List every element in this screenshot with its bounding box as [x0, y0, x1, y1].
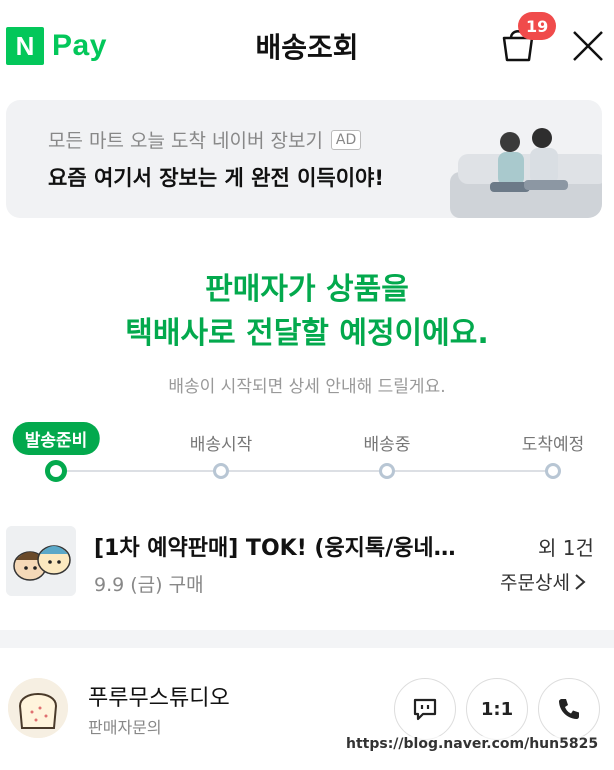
phone-icon	[559, 699, 579, 719]
product-thumbnail	[6, 526, 76, 596]
step-dot-preparing	[45, 460, 67, 482]
status-headline-line2: 택배사로 전달할 예정이에요.	[125, 316, 489, 351]
order-extra-count: 외 1건	[538, 536, 594, 560]
close-button[interactable]	[568, 26, 608, 66]
step-label-preparing: 발송준비	[12, 422, 100, 455]
chevron-right-icon	[575, 573, 586, 590]
seller-name[interactable]: 푸루무스튜디오	[88, 680, 230, 712]
ad-illustration-image	[450, 128, 602, 218]
cart-count-badge: 19	[518, 12, 557, 40]
chat-button[interactable]	[394, 678, 456, 740]
status-headline: 판매자가 상품을 택배사로 전달할 예정이에요.	[0, 268, 614, 356]
step-label-shipping-started: 배송시작	[189, 435, 253, 455]
section-divider	[0, 630, 614, 648]
ad-banner[interactable]: 모든 마트 오늘 도착 네이버 장보기 AD 요즘 여기서 장보는 게 완전 이…	[6, 100, 602, 218]
seller-avatar[interactable]	[8, 678, 68, 738]
one-to-one-inquiry-button[interactable]: 1:1	[466, 678, 528, 740]
chat-bubble-icon	[413, 698, 437, 721]
step-label-arrival-expected: 도착예정	[521, 435, 585, 455]
ad-line1: 모든 마트 오늘 도착 네이버 장보기 AD	[48, 126, 362, 153]
status-headline-line1: 판매자가 상품을	[205, 272, 409, 307]
call-button[interactable]	[538, 678, 600, 740]
status-subtext: 배송이 시작되면 상세 안내해 드릴게요.	[168, 377, 446, 397]
header: N Pay 배송조회 19	[0, 0, 614, 92]
step-dot-shipping-started	[213, 463, 229, 479]
blog-watermark: https://blog.naver.com/hun5825	[346, 736, 599, 752]
delivery-progress: 발송준비 배송시작 배송중 도착예정	[0, 418, 614, 498]
step-dot-arrival-expected	[545, 463, 561, 479]
order-detail-link[interactable]: 주문상세	[500, 568, 586, 595]
close-icon	[573, 31, 603, 61]
ad-line2: 요즘 여기서 장보는 게 완전 이득이야!	[48, 166, 384, 190]
step-dot-in-transit	[379, 463, 395, 479]
seller-inquiry-label: 판매자문의	[88, 718, 162, 737]
product-title[interactable]: [1차 예약판매] TOK! (웅지톡/웅네…	[94, 530, 494, 562]
progress-line	[56, 470, 554, 472]
order-date: 9.9 (금) 구매	[94, 574, 204, 596]
order-item[interactable]: [1차 예약판매] TOK! (웅지톡/웅네… 외 1건 9.9 (금) 구매 …	[0, 520, 614, 610]
step-label-in-transit: 배송중	[363, 435, 411, 455]
ad-tag: AD	[330, 129, 362, 150]
ad-line1-text: 모든 마트 오늘 도착 네이버 장보기	[48, 130, 323, 152]
order-detail-label: 주문상세	[500, 572, 570, 594]
